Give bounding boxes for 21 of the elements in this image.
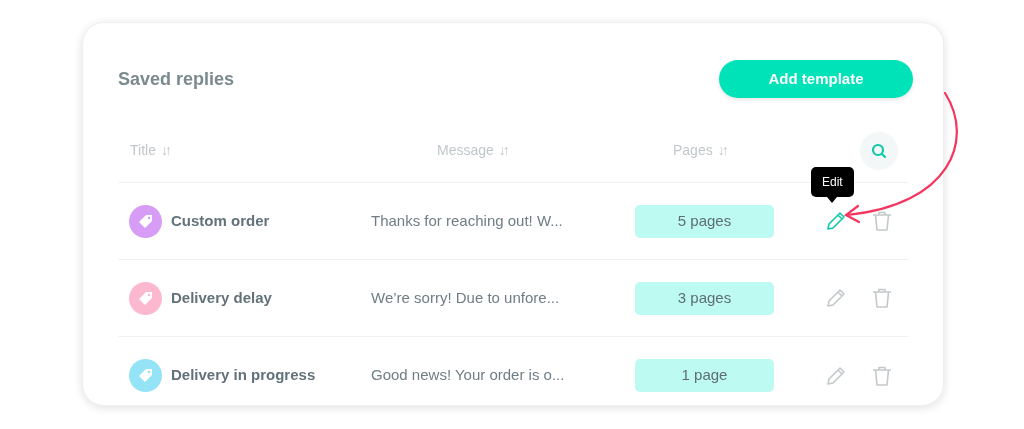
reply-title: Delivery in progress (171, 365, 316, 386)
tooltip: Edit (811, 167, 854, 203)
pages-badge: 3 pages (635, 281, 774, 315)
pages-badge: 5 pages (635, 204, 774, 238)
trash-icon (870, 286, 894, 310)
add-template-button[interactable]: Add template (719, 60, 913, 98)
search-icon (871, 142, 887, 159)
pencil-icon (824, 209, 848, 233)
message-preview: We’re sorry! Due to unfore... (371, 287, 561, 308)
card-title: Saved replies (118, 67, 235, 91)
trash-icon (870, 209, 894, 233)
pages-badge: 1 page (635, 359, 774, 392)
reply-title: Custom order (171, 210, 270, 231)
pencil-icon (824, 286, 848, 310)
column-header[interactable]: Message ↓↑ (437, 140, 507, 161)
search-button[interactable] (860, 131, 898, 170)
column-header[interactable]: Pages ↓↑ (673, 140, 726, 161)
message-preview: Good news! Your order is o... (371, 365, 566, 386)
message-preview: Thanks for reaching out! W... (371, 210, 564, 231)
reply-title: Delivery delay (171, 287, 272, 308)
column-header[interactable]: Title ↓↑ (130, 140, 169, 161)
